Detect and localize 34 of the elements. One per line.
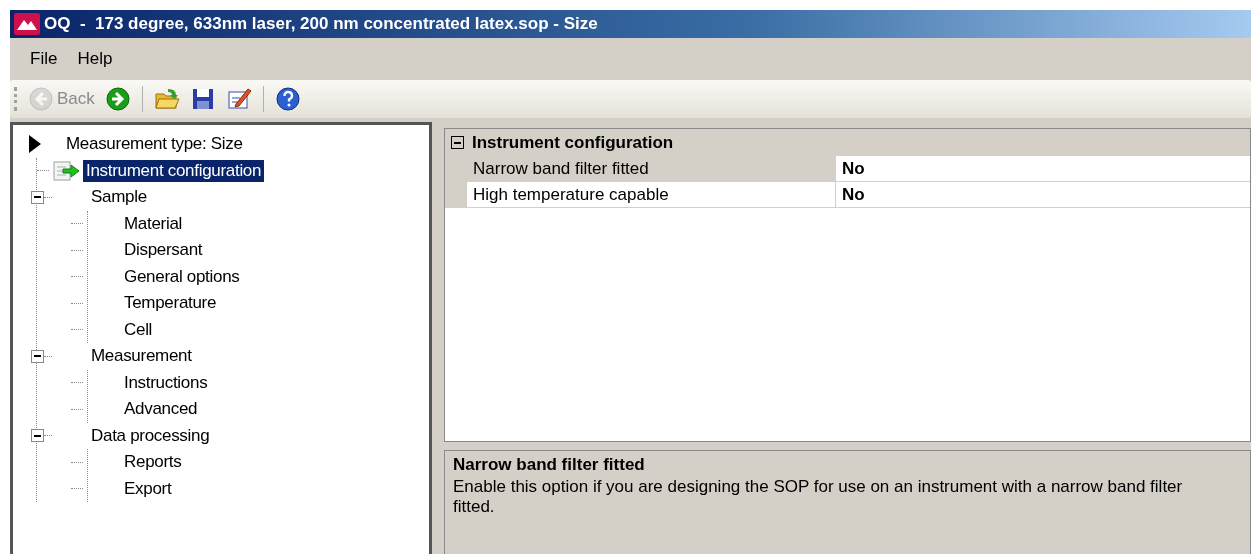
tree-item[interactable]: Data processing [88, 424, 213, 447]
toolbar-grip [14, 87, 20, 111]
description-title: Narrow band filter fitted [453, 455, 646, 475]
collapse-toggle[interactable] [31, 429, 44, 443]
tree-item[interactable]: Advanced [121, 398, 201, 421]
description-text: Enable this option if you are designing the SOP for use on an instrument with a narrow band filter fitted. [453, 477, 1184, 517]
tree-item[interactable]: Dispersant [121, 239, 206, 262]
tree-item[interactable]: Material [121, 212, 186, 235]
collapse-toggle[interactable] [31, 349, 44, 363]
tree-item[interactable]: Reports [121, 451, 185, 474]
tree-item[interactable]: Export [121, 477, 175, 500]
tree-item[interactable]: Instructions [121, 371, 211, 394]
tree-item[interactable]: Temperature [121, 292, 220, 315]
menu-item[interactable]: Help [71, 47, 119, 71]
collapse-toggle[interactable] [31, 190, 44, 204]
app-logo-icon [14, 13, 40, 35]
property-value[interactable]: No [836, 156, 1250, 182]
tree-item[interactable]: General options [121, 265, 243, 288]
page-arrow-icon [53, 160, 81, 181]
property-name[interactable]: High temperature capable [467, 182, 836, 208]
open-folder-icon [153, 86, 180, 112]
collapse-toggle[interactable] [451, 136, 464, 149]
triangle-icon [29, 135, 41, 154]
tree-item[interactable]: Instrument configuration [83, 159, 265, 182]
tree-item[interactable]: Measurement type: Size [63, 133, 246, 156]
menu-item[interactable]: File [24, 47, 64, 71]
property-value[interactable]: No [836, 182, 1250, 208]
tree-item[interactable]: Cell [121, 318, 156, 341]
window-title: OQ - 173 degree, 633nm laser, 200 nm concentrated latex.sop - Size [44, 14, 598, 34]
category-title: Instrument configuration [472, 132, 674, 153]
help-icon [274, 86, 301, 112]
tree-item[interactable]: Measurement [88, 345, 195, 368]
pencil-document-icon [225, 86, 252, 112]
tree-item[interactable]: Sample [88, 186, 150, 209]
